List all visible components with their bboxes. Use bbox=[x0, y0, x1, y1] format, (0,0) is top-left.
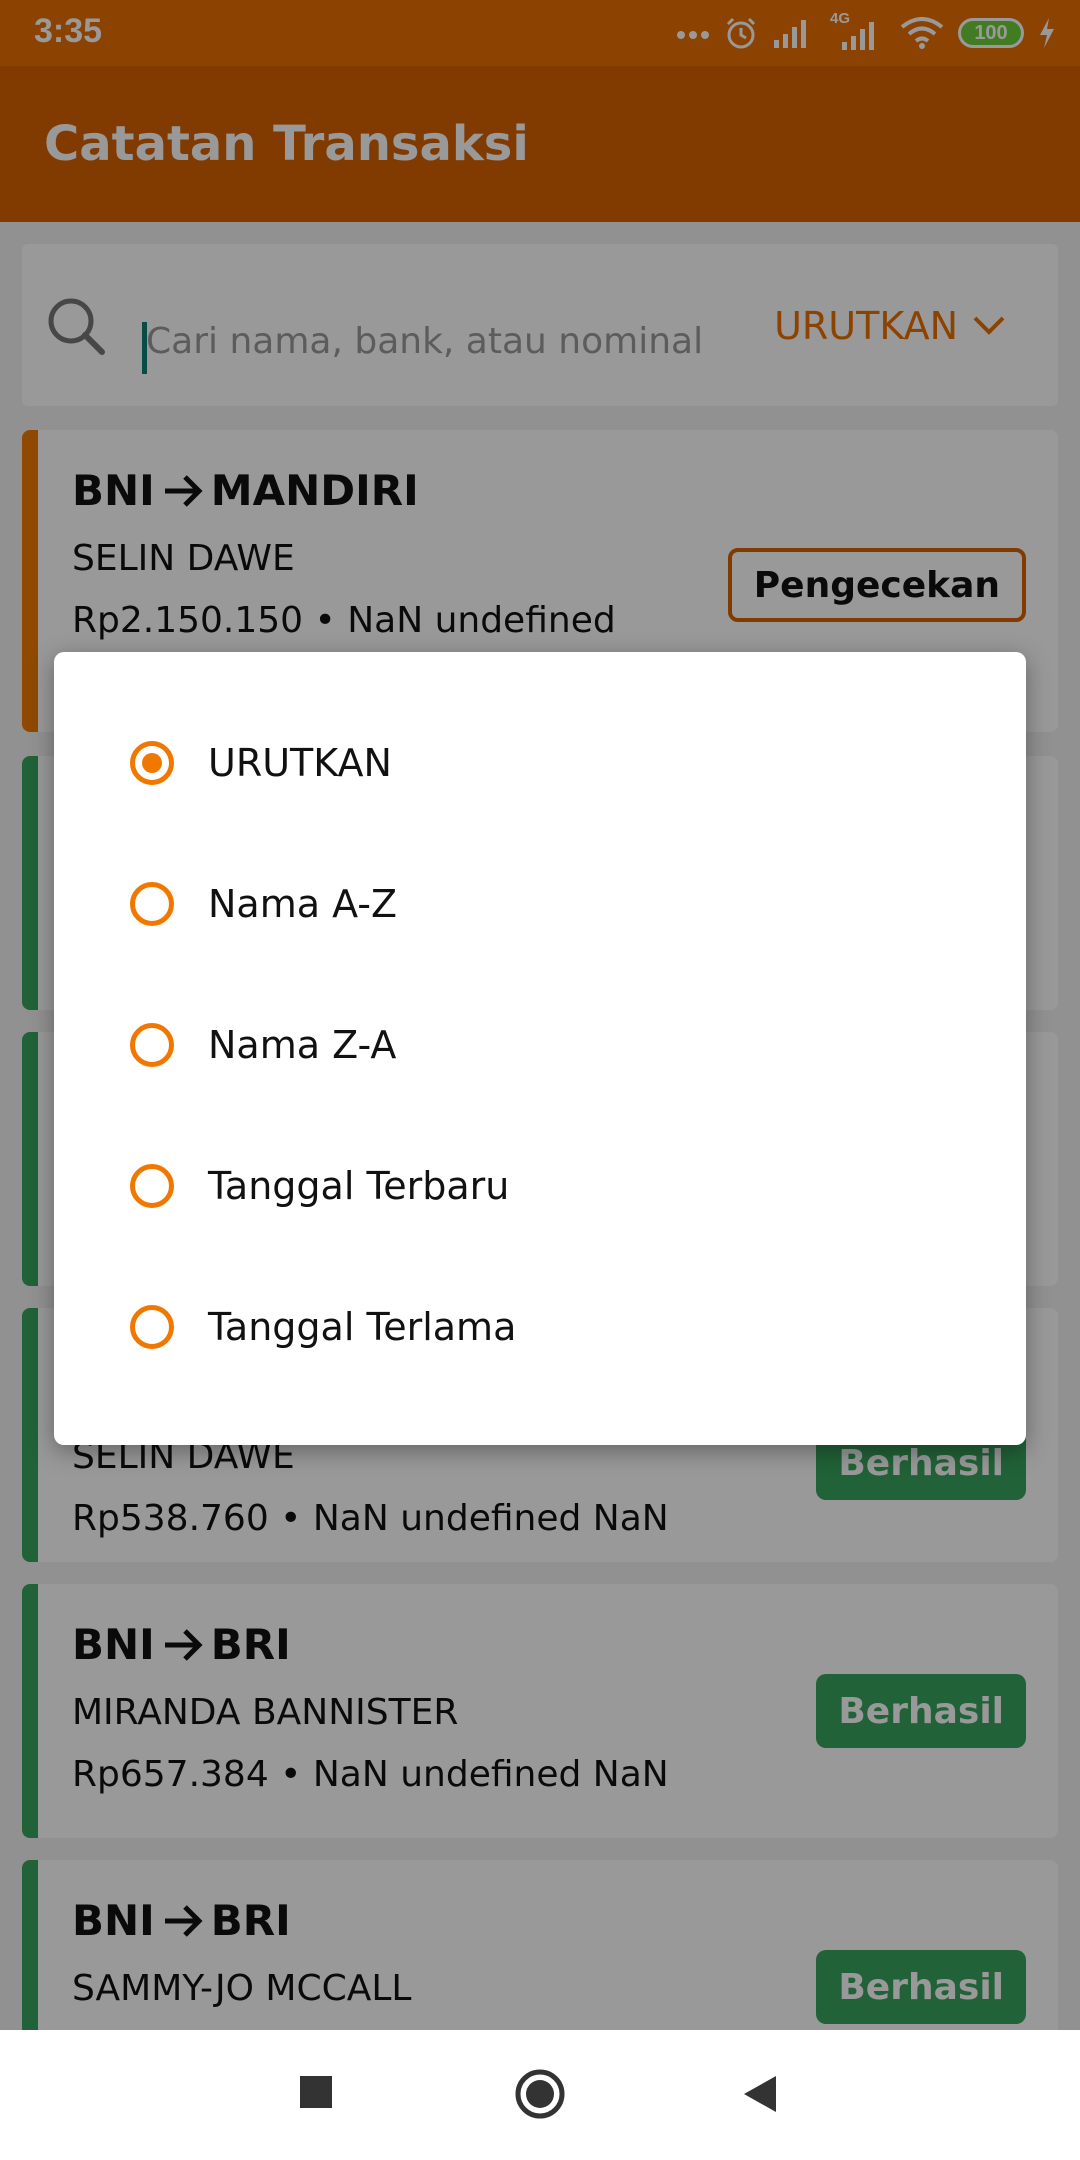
sort-option-default[interactable]: URUTKAN bbox=[54, 708, 1026, 818]
home-circle-icon[interactable] bbox=[514, 2068, 566, 2120]
sort-option-name-asc[interactable]: Nama A-Z bbox=[54, 849, 1026, 959]
system-nav-bar bbox=[0, 2030, 1080, 2160]
sort-option-label: Nama Z-A bbox=[208, 1023, 397, 1067]
sort-option-label: Tanggal Terbaru bbox=[208, 1164, 510, 1208]
radio-checked-icon bbox=[130, 741, 174, 785]
radio-unchecked-icon bbox=[130, 1164, 174, 1208]
sort-option-date-oldest[interactable]: Tanggal Terlama bbox=[54, 1272, 1026, 1382]
back-triangle-icon[interactable] bbox=[742, 2074, 778, 2114]
sort-option-date-newest[interactable]: Tanggal Terbaru bbox=[54, 1131, 1026, 1241]
recents-square-icon[interactable] bbox=[298, 2074, 334, 2110]
radio-unchecked-icon bbox=[130, 882, 174, 926]
radio-unchecked-icon bbox=[130, 1023, 174, 1067]
sort-option-label: URUTKAN bbox=[208, 741, 392, 785]
sort-option-label: Tanggal Terlama bbox=[208, 1305, 517, 1349]
sort-option-name-desc[interactable]: Nama Z-A bbox=[54, 990, 1026, 1100]
sort-option-label: Nama A-Z bbox=[208, 882, 397, 926]
radio-unchecked-icon bbox=[130, 1305, 174, 1349]
sort-dialog: URUTKAN Nama A-Z Nama Z-A Tanggal Terbar… bbox=[54, 652, 1026, 1445]
